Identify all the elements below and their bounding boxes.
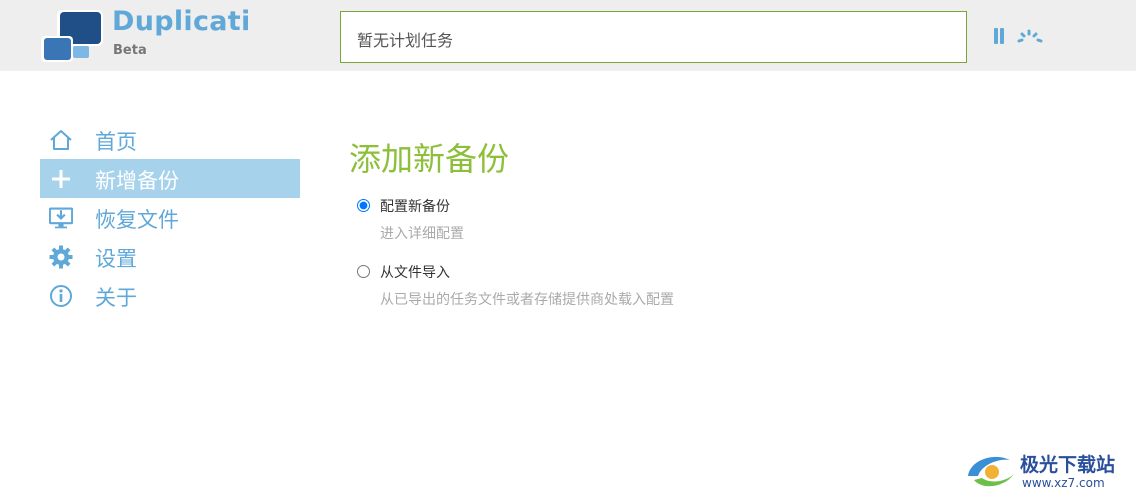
watermark-url: www.xz7.com — [1022, 476, 1105, 490]
pause-icon[interactable] — [992, 28, 1006, 46]
page-title: 添加新备份 — [349, 140, 510, 178]
watermark-text: 极光下载站 — [1020, 454, 1116, 476]
main-content: 添加新备份 配置新备份 进入详细配置 从文件导入 从已导出的任务文件或者存储提供… — [349, 130, 674, 308]
restore-monitor-icon — [49, 207, 73, 229]
import-file-radio[interactable] — [357, 265, 370, 278]
sidebar-item-add-backup[interactable]: 新增备份 — [40, 159, 300, 198]
app-edition: Beta — [113, 43, 147, 58]
app-name: Duplicati — [112, 6, 251, 37]
sidebar-item-home[interactable]: 首页 — [40, 120, 300, 159]
option-import-file[interactable]: 从文件导入 从已导出的任务文件或者存储提供商处载入配置 — [357, 262, 857, 328]
throttle-gauge-icon[interactable] — [1016, 26, 1044, 46]
watermark-logo-icon — [968, 456, 1014, 487]
sidebar-item-label: 设置 — [95, 247, 137, 271]
status-bar[interactable]: 暂无计划任务 — [340, 11, 967, 63]
sidebar-item-label: 关于 — [95, 286, 137, 310]
duplicati-logo[interactable] — [40, 8, 104, 64]
sidebar-item-label: 新增备份 — [95, 169, 179, 193]
option-label[interactable]: 从文件导入 — [380, 262, 450, 282]
status-text: 暂无计划任务 — [357, 31, 454, 50]
sidebar-item-restore[interactable]: 恢复文件 — [40, 198, 300, 237]
home-icon — [50, 130, 72, 150]
sidebar-item-settings[interactable]: 设置 — [40, 237, 300, 276]
sidebar-item-label: 首页 — [95, 130, 137, 154]
option-configure-new[interactable]: 配置新备份 进入详细配置 — [357, 196, 857, 262]
backup-options: 配置新备份 进入详细配置 从文件导入 从已导出的任务文件或者存储提供商处载入配置 — [357, 196, 857, 328]
option-description: 进入详细配置 — [380, 226, 464, 242]
configure-new-radio[interactable] — [357, 199, 370, 212]
sidebar-item-about[interactable]: 关于 — [40, 276, 300, 315]
watermark: 极光下载站 www.xz7.com — [960, 444, 1136, 500]
option-description: 从已导出的任务文件或者存储提供商处载入配置 — [380, 292, 674, 308]
app-header: Duplicati Beta 暂无计划任务 — [0, 0, 1136, 71]
sidebar-nav: 首页 新增备份 恢复文件 设置 关于 — [40, 120, 300, 315]
sidebar-item-label: 恢复文件 — [95, 208, 179, 232]
option-label[interactable]: 配置新备份 — [380, 196, 450, 216]
info-icon — [50, 285, 72, 307]
gear-icon — [49, 245, 73, 269]
plus-icon — [52, 170, 70, 188]
